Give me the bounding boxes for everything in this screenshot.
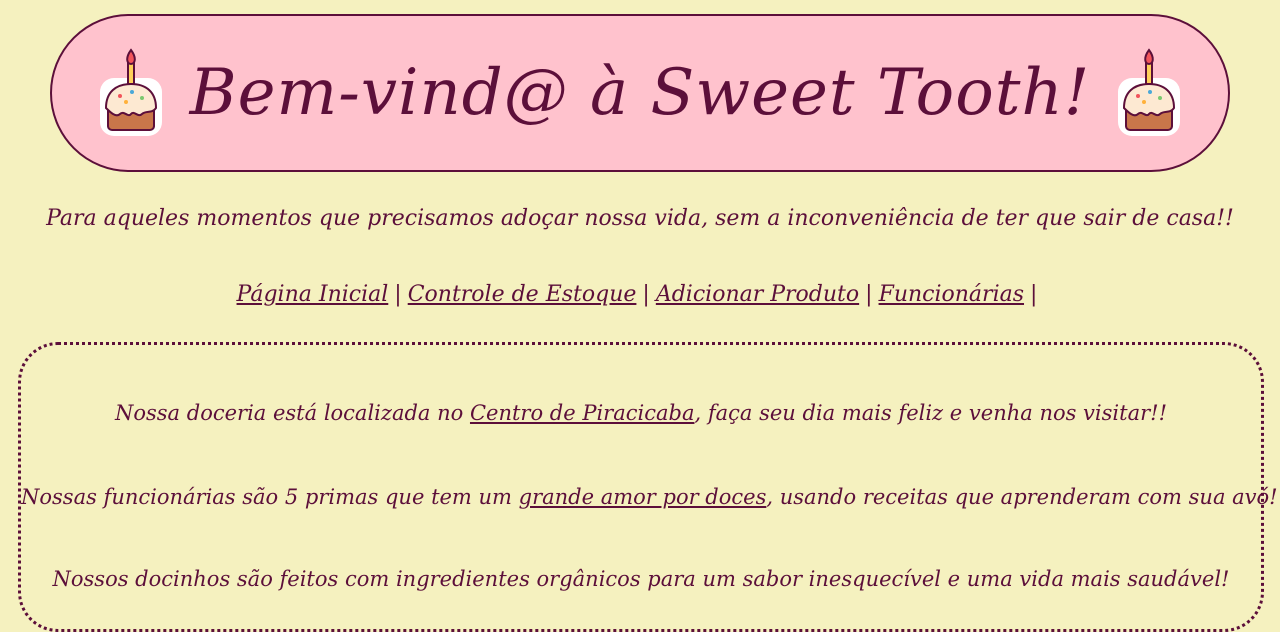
nav-separator: | bbox=[865, 282, 873, 307]
header-banner: Bem-vind@ à Sweet Tooth! bbox=[50, 14, 1230, 172]
nav-separator: | bbox=[1030, 282, 1038, 307]
tagline: Para aqueles momentos que precisamos ado… bbox=[46, 206, 1234, 231]
ingredients-paragraph: Nossos docinhos são feitos com ingredien… bbox=[52, 567, 1230, 591]
employees-text-after: , usando receitas que aprenderam com sua… bbox=[766, 485, 1278, 509]
employees-text-before: Nossas funcionárias são 5 primas que tem… bbox=[21, 485, 519, 509]
main-nav: Página Inicial | Controle de Estoque | Adici… bbox=[0, 282, 1280, 307]
love-for-sweets-link[interactable]: grande amor por doces bbox=[519, 485, 767, 509]
location-text-before: Nossa doceria está localizada no bbox=[114, 401, 470, 425]
cake-icon bbox=[1118, 48, 1181, 136]
location-link[interactable]: Centro de Piracicaba bbox=[470, 401, 695, 425]
location-text-after: , faça seu dia mais feliz e venha nos vi… bbox=[694, 401, 1168, 425]
nav-link-employees[interactable]: Funcionárias bbox=[879, 282, 1024, 307]
nav-link-add-product[interactable]: Adicionar Produto bbox=[656, 282, 859, 307]
nav-separator: | bbox=[394, 282, 402, 307]
cake-icon bbox=[99, 48, 162, 136]
page-title: Bem-vind@ à Sweet Tooth! bbox=[189, 56, 1091, 130]
employees-paragraph: Nossas funcionárias são 5 primas que tem… bbox=[21, 485, 1278, 509]
nav-link-home[interactable]: Página Inicial bbox=[237, 282, 389, 307]
location-paragraph: Nossa doceria está localizada no Centro … bbox=[21, 401, 1261, 425]
content-box: Nossa doceria está localizada no Centro … bbox=[18, 342, 1278, 632]
nav-link-inventory[interactable]: Controle de Estoque bbox=[408, 282, 637, 307]
nav-separator: | bbox=[642, 282, 650, 307]
